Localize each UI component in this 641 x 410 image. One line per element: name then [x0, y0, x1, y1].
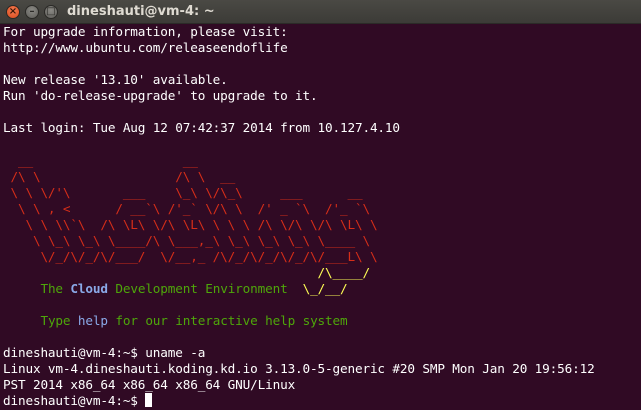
- tagline-cloud: Cloud: [70, 281, 108, 296]
- terminal-window: × – □ dineshauti@vm-4: ~ For upgrade inf…: [0, 0, 641, 410]
- help-command: help: [77, 313, 108, 329]
- shell-prompt: dineshauti@vm-4:~$: [3, 393, 146, 409]
- logo-tail-line: /\____/: [3, 264, 371, 280]
- logo-line: \ \ \/'\ ___ \_\ \/\_\ ___ __: [3, 184, 363, 200]
- logo-line: \/_/\/_/\/___/ \/__,_ /\/_/\/_/\/_/\/___…: [3, 248, 378, 264]
- command-output-line: Linux vm-4.dineshauti.koding.kd.io 3.13.…: [3, 361, 595, 377]
- minimize-icon: –: [29, 6, 35, 17]
- minimize-button[interactable]: –: [25, 5, 39, 19]
- help-rest: for our interactive help system: [107, 313, 348, 329]
- maximize-button[interactable]: □: [44, 5, 58, 19]
- logo-line: \ \_\ \_\ \____/\ \___,_\ \_\ \_\ \_\ \_…: [3, 232, 370, 248]
- close-icon: ×: [8, 6, 18, 17]
- upgrade-url-line: http://www.ubuntu.com/releaseendoflife: [3, 40, 288, 56]
- close-button[interactable]: ×: [6, 5, 20, 19]
- logo-tail-end: \_/__/: [302, 281, 348, 296]
- logo-line: \ \ \\`\ /\ \L\ \/\ \L\ \ \ \ /\ \/\ \/\…: [3, 216, 378, 232]
- command-output-line: PST 2014 x86_64 x86_64 x86_64 GNU/Linux: [3, 377, 296, 393]
- input-line[interactable]: dineshauti@vm-4:~$: [3, 393, 641, 409]
- tagline-line: The Cloud Development Environment \_/__/: [3, 281, 641, 297]
- terminal-content[interactable]: For upgrade information, please visit: h…: [3, 24, 641, 410]
- help-line: Type help for our interactive help syste…: [3, 313, 641, 329]
- last-login-line: Last login: Tue Aug 12 07:42:37 2014 fro…: [3, 120, 400, 136]
- logo-line: __ __: [3, 152, 198, 168]
- command-text: uname -a: [137, 345, 206, 361]
- tagline-the: The: [40, 281, 71, 296]
- text-cursor: [145, 393, 153, 408]
- logo-line: /\ \ /\ \ __: [3, 168, 236, 184]
- shell-prompt: dineshauti@vm-4:~$: [3, 345, 138, 361]
- upgrade-hint-line: Run 'do-release-upgrade' to upgrade to i…: [3, 88, 318, 104]
- maximize-icon: □: [46, 6, 56, 17]
- new-release-line: New release '13.10' available.: [3, 72, 228, 88]
- help-type: Type: [40, 313, 78, 329]
- upgrade-info-line: For upgrade information, please visit:: [3, 24, 288, 39]
- command-line: dineshauti@vm-4:~$ uname -a: [3, 345, 641, 361]
- window-title: dineshauti@vm-4: ~: [67, 4, 215, 19]
- title-bar[interactable]: × – □ dineshauti@vm-4: ~: [0, 0, 641, 24]
- logo-line: \ \ , < / __`\ /'_` \/\ \ /' _ `\ /'_ `\: [3, 200, 370, 216]
- tagline-rest: Development Environment: [107, 281, 288, 296]
